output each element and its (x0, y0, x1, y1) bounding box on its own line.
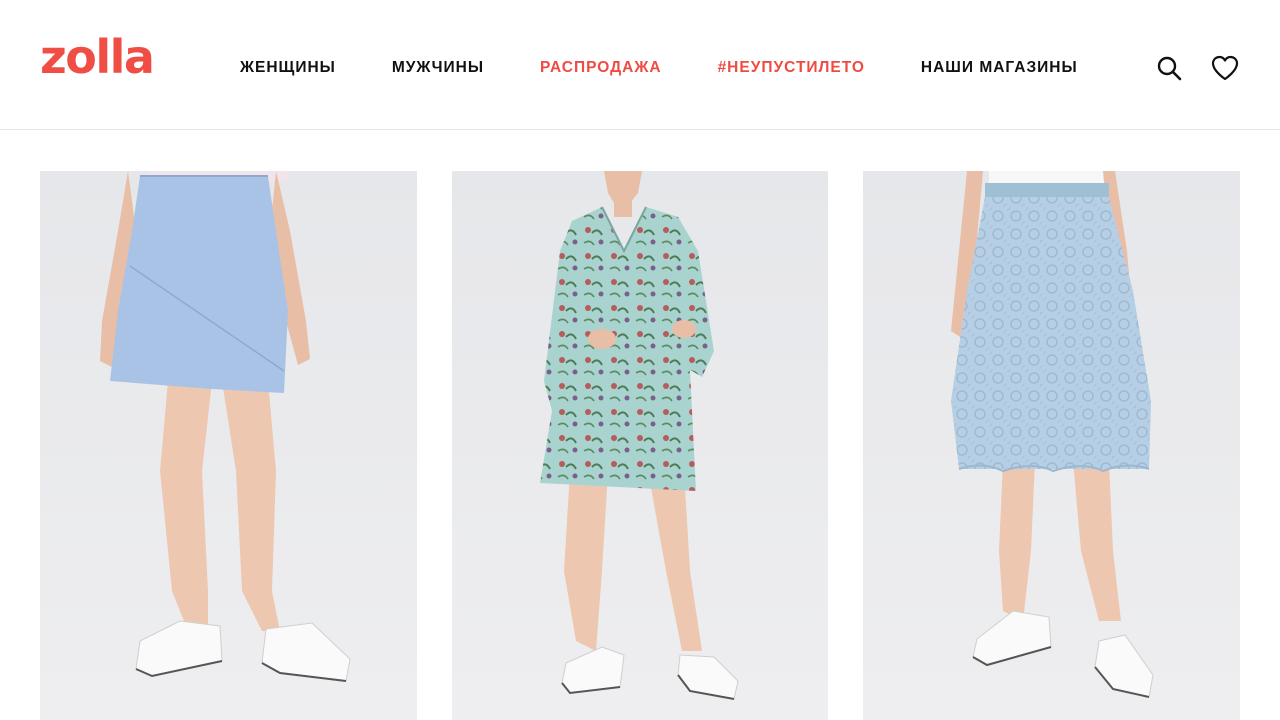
main-nav: ЖЕНЩИНЫ МУЖЧИНЫ РАСПРОДАЖА #НЕУПУСТИЛЕТО… (240, 58, 1078, 78)
nav-item-sale[interactable]: РАСПРОДАЖА (540, 58, 662, 78)
nav-item-women[interactable]: ЖЕНЩИНЫ (240, 58, 336, 78)
heart-icon[interactable] (1210, 54, 1239, 82)
search-icon[interactable] (1155, 54, 1183, 82)
product-card[interactable] (863, 171, 1240, 720)
product-grid (40, 171, 1240, 720)
nav-item-stores[interactable]: НАШИ МАГАЗИНЫ (921, 58, 1078, 78)
product-image-lace-skirt (863, 171, 1240, 720)
product-card[interactable] (452, 171, 828, 720)
nav-item-summer-hashtag[interactable]: #НЕУПУСТИЛЕТО (718, 58, 865, 78)
product-image-floral-dress (452, 171, 828, 720)
product-image-blue-skirt (40, 171, 417, 720)
product-card[interactable] (40, 171, 417, 720)
zolla-logo[interactable]: zolla (40, 34, 155, 80)
site-header: zolla ЖЕНЩИНЫ МУЖЧИНЫ РАСПРОДАЖА #НЕУПУС… (0, 0, 1280, 130)
nav-item-men[interactable]: МУЖЧИНЫ (392, 58, 484, 78)
